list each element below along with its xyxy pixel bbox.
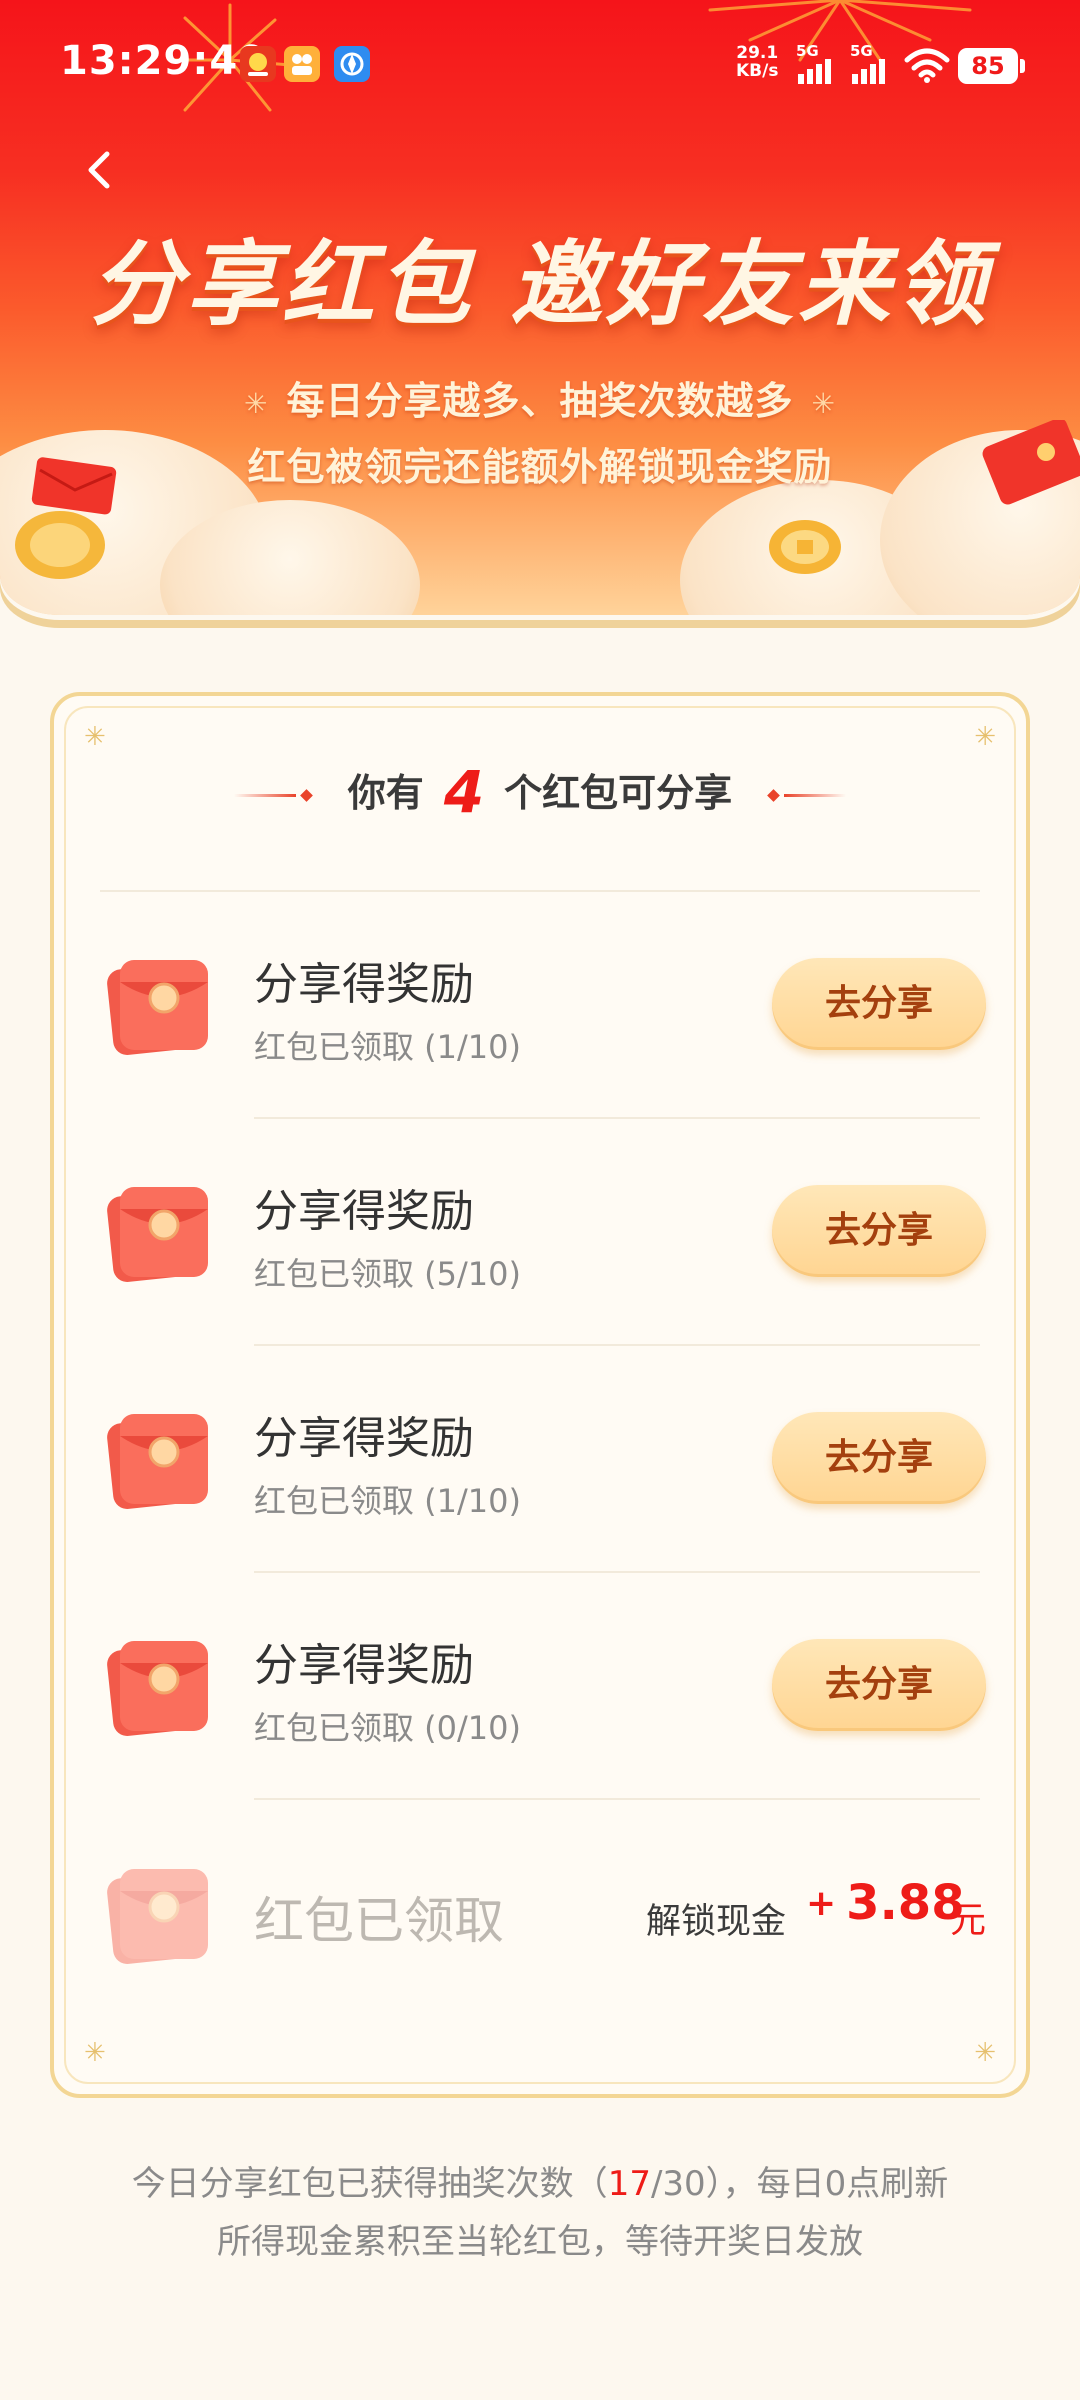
coin-decoration-icon — [769, 520, 841, 574]
draw-count-current: 17 — [607, 2164, 651, 2204]
share-button[interactable]: 去分享 — [772, 1412, 986, 1504]
claimed-reward-row: 红包已领取 解锁现金 +3.88 元 — [54, 1801, 1026, 2001]
share-card: ✳ ✳ ✳ ✳ 你有 4 个红包可分享 分享得奖励 红包已领取 (1/10) 去分享… — [50, 692, 1030, 2098]
back-button[interactable] — [80, 150, 120, 190]
footer-line-2: 所得现金累积至当轮红包，等待开奖日发放 — [217, 2222, 863, 2262]
item-title: 分享得奖励 — [254, 1413, 474, 1464]
clock: 13:29:49 — [60, 38, 267, 84]
browser-app-icon — [334, 46, 370, 82]
coin-decoration-icon — [15, 511, 105, 579]
signal-icon: 5G — [796, 44, 836, 88]
photo-app-icon — [284, 46, 320, 82]
list-item: 分享得奖励 红包已领取 (1/10) 去分享 — [54, 892, 1026, 1119]
sparkle-icon: ✳ — [244, 387, 269, 420]
corner-sparkle-icon: ✳ — [974, 2038, 996, 2068]
heading-decoration — [767, 789, 781, 802]
item-title: 分享得奖励 — [254, 1640, 474, 1691]
cash-amount: +3.88 — [806, 1875, 965, 1931]
list-item: 分享得奖励 红包已领取 (0/10) 去分享 — [54, 1573, 1026, 1800]
claimed-title: 红包已领取 — [254, 1892, 504, 1950]
item-status: 红包已领取 (1/10) — [254, 1028, 522, 1066]
red-envelope-icon — [107, 960, 208, 1055]
red-envelope-icon — [107, 1414, 208, 1509]
network-speed: 29.1 KB/s — [736, 43, 779, 81]
item-status: 红包已领取 (1/10) — [254, 1482, 522, 1520]
heading-decoration — [233, 794, 296, 797]
share-button[interactable]: 去分享 — [772, 1639, 986, 1731]
corner-sparkle-icon: ✳ — [84, 722, 106, 752]
footer-line-1: 今日分享红包已获得抽奖次数（17/30），每日0点刷新 — [131, 2164, 949, 2204]
heading-decoration — [299, 789, 313, 802]
item-title: 分享得奖励 — [254, 959, 474, 1010]
item-title: 分享得奖励 — [254, 1186, 474, 1237]
signal-icon: 5G — [850, 44, 890, 88]
app-notification-icon — [240, 46, 276, 82]
card-heading: 你有 4 个红包可分享 — [54, 758, 1026, 826]
cash-unit: 元 — [950, 1900, 987, 1941]
subtitle-line-1: ✳ 每日分享越多、抽奖次数越多 ✳ — [244, 379, 836, 423]
list-item: 分享得奖励 红包已领取 (5/10) 去分享 — [54, 1119, 1026, 1346]
item-status: 红包已领取 (0/10) — [254, 1709, 522, 1747]
corner-sparkle-icon: ✳ — [974, 722, 996, 752]
share-button[interactable]: 去分享 — [772, 958, 986, 1050]
unlock-cash-label: 解锁现金 — [646, 1902, 787, 1942]
shareable-count: 4 — [443, 758, 485, 826]
divider — [254, 1798, 980, 1800]
red-envelope-icon — [107, 1187, 208, 1282]
list-item: 分享得奖励 红包已领取 (1/10) 去分享 — [54, 1346, 1026, 1573]
subtitle-line-2: 红包被领完还能额外解锁现金奖励 — [247, 445, 833, 489]
red-envelope-icon — [107, 1869, 208, 1964]
red-envelope-icon — [107, 1641, 208, 1736]
wifi-icon — [904, 48, 950, 83]
heading-decoration — [784, 794, 847, 797]
corner-sparkle-icon: ✳ — [84, 2038, 106, 2068]
share-button[interactable]: 去分享 — [772, 1185, 986, 1277]
page-title: 分享红包 邀好友来领 — [89, 231, 991, 338]
item-status: 红包已领取 (5/10) — [254, 1255, 522, 1293]
sparkle-icon: ✳ — [811, 387, 836, 420]
status-bar: 13:29:49 29.1 KB/s 5G 5G 85 — [0, 0, 1080, 130]
footer-note: 今日分享红包已获得抽奖次数（17/30），每日0点刷新 所得现金累积至当轮红包，… — [0, 2155, 1080, 2271]
battery-icon: 85 — [958, 48, 1025, 84]
